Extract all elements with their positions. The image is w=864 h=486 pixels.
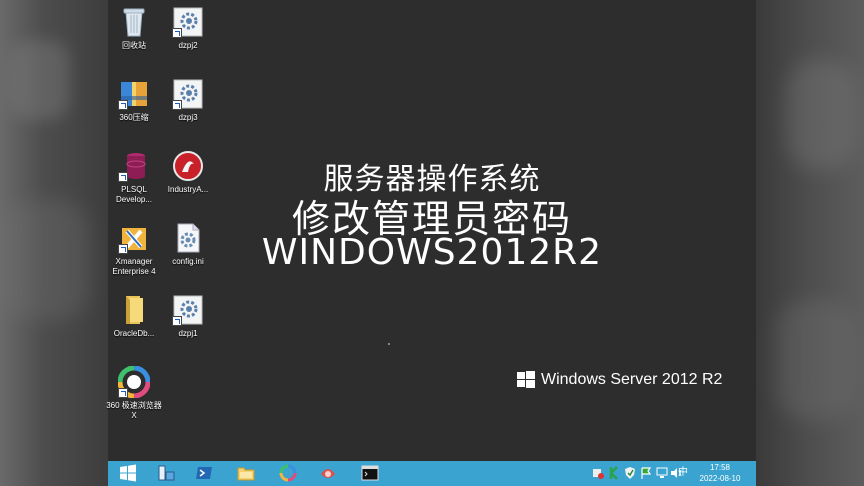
network-warning-icon[interactable] xyxy=(592,465,604,481)
file-gear-icon xyxy=(172,6,204,38)
blurred-right-panel xyxy=(756,0,864,486)
brand-text: Windows Server 2012 R2 xyxy=(541,371,723,388)
desktop-icon-label: 回收站 xyxy=(122,41,146,50)
windows-server-brand: Windows Server 2012 R2 xyxy=(517,371,722,389)
desktop-icon-360browser[interactable]: 360 极速浏览器X xyxy=(106,365,162,421)
desktop-icon-recycle-bin[interactable]: 回收站 xyxy=(106,6,162,51)
archive-icon xyxy=(118,78,150,110)
start-button[interactable] xyxy=(108,461,146,486)
server-manager-icon xyxy=(158,465,175,481)
monitor-tray-icon[interactable] xyxy=(656,465,668,481)
desktop-icon-label: 360压缩 xyxy=(119,113,149,122)
file-gear-icon xyxy=(172,294,204,326)
desktop-icon-label: 360 极速浏览器X xyxy=(106,401,162,420)
desktop-icon-360zip[interactable]: 360压缩 xyxy=(106,78,162,123)
cursor-dot xyxy=(388,343,390,345)
cmd-icon xyxy=(361,465,379,481)
recycle-bin-icon xyxy=(118,6,150,38)
file-gear-icon xyxy=(172,78,204,110)
windows-start-icon xyxy=(120,464,136,482)
taskbar[interactable]: 中 17:58 2022-08-10 xyxy=(108,461,756,486)
powershell-icon xyxy=(196,467,212,479)
desktop-icon-oracledb[interactable]: OracleDb... xyxy=(106,294,162,339)
desktop-icon-label: dzpj3 xyxy=(178,113,198,122)
taskbar-file-explorer[interactable] xyxy=(226,461,264,486)
browser-logo-icon xyxy=(279,464,297,482)
k-app-tray-icon[interactable] xyxy=(608,465,620,481)
taskbar-powershell[interactable] xyxy=(184,461,222,486)
desktop-icon-label: dzpj2 xyxy=(178,41,198,50)
shield-tray-icon[interactable] xyxy=(624,465,636,481)
taskbar-server-manager[interactable] xyxy=(146,461,184,486)
taskbar-command-prompt[interactable] xyxy=(350,461,388,486)
blurred-left-panel xyxy=(0,0,108,486)
folder-icon xyxy=(118,294,150,326)
overlay-title-line3: WINDOWS2012R2 xyxy=(261,232,603,273)
browser-logo-icon xyxy=(117,365,151,399)
desktop-icon-label: OracleDb... xyxy=(113,329,155,338)
ime-indicator[interactable]: 中 xyxy=(678,465,690,481)
desktop-icon-dzpj3[interactable]: dzpj3 xyxy=(160,78,216,123)
desktop-icon-label: dzpj1 xyxy=(178,329,198,338)
desktop-icon-dzpj2[interactable]: dzpj2 xyxy=(160,6,216,51)
folder-icon xyxy=(237,467,255,481)
red-app-icon xyxy=(321,469,335,478)
clock-time: 17:58 xyxy=(709,463,731,472)
clock-date: 2022-08-10 xyxy=(699,474,741,483)
desktop-icon-dzpj1[interactable]: dzpj1 xyxy=(160,294,216,339)
windows-logo-icon xyxy=(517,371,535,389)
flag-tray-icon[interactable] xyxy=(640,465,652,481)
taskbar-app-red[interactable] xyxy=(308,461,346,486)
taskbar-360-browser[interactable] xyxy=(268,461,306,486)
system-clock[interactable]: 17:58 2022-08-10 xyxy=(694,462,746,484)
